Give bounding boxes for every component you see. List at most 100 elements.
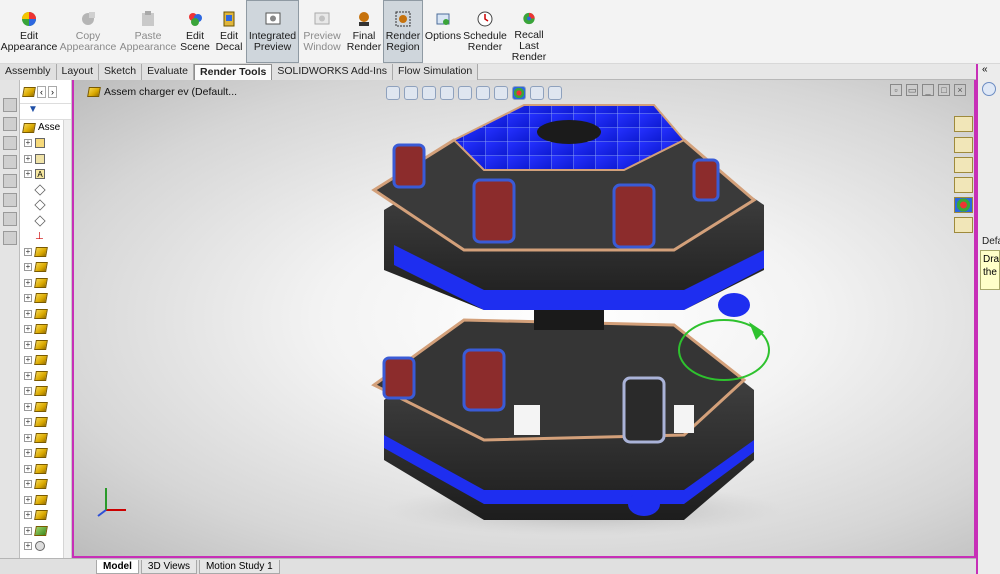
expand-icon[interactable]: +	[24, 294, 32, 303]
zoom-to-area-icon[interactable]	[404, 86, 418, 100]
tab-model[interactable]: Model	[96, 559, 139, 574]
expand-icon[interactable]: +	[24, 433, 32, 442]
expand-icon[interactable]: +	[24, 278, 32, 287]
charging-pad	[472, 178, 516, 244]
edit-appearance-button[interactable]: Edit Appearance	[0, 0, 58, 63]
design-library-icon[interactable]	[954, 137, 973, 153]
tab-solidworks-add-ins[interactable]: SOLIDWORKS Add-Ins	[272, 64, 394, 80]
expand-icon[interactable]: +	[24, 356, 32, 365]
expand-icon[interactable]: +	[24, 263, 32, 272]
sketch-tool-icon[interactable]	[3, 98, 17, 112]
paste-appearance-button[interactable]: Paste Appearance	[118, 0, 178, 63]
tree-filter[interactable]: ▼	[20, 104, 71, 120]
zoom-to-fit-icon[interactable]	[386, 86, 400, 100]
expand-icon[interactable]: +	[24, 170, 32, 179]
tree-back-arrow-icon[interactable]: ‹	[37, 85, 46, 98]
options-icon	[436, 13, 450, 25]
expand-icon[interactable]: +	[24, 418, 32, 427]
task-pane-header[interactable]: «	[978, 64, 1000, 80]
move-component-icon[interactable]	[3, 174, 17, 188]
expand-icon[interactable]: +	[24, 526, 32, 535]
view-orientation-icon[interactable]	[458, 86, 472, 100]
expand-icon[interactable]: +	[24, 247, 32, 256]
assembly-icon	[22, 122, 36, 133]
final-render-button[interactable]: Final Render	[345, 0, 383, 63]
ribbon-label: Edit Decal	[215, 30, 243, 53]
tile-icon[interactable]: ▭	[906, 84, 918, 96]
tree-forward-arrow-icon[interactable]: ›	[48, 85, 57, 98]
expand-icon[interactable]: +	[24, 387, 32, 396]
expand-icon[interactable]: +	[24, 464, 32, 473]
graphics-viewport[interactable]: Assem charger ev (Default... ▫ ▭ _ □ ×	[72, 80, 976, 558]
expand-icon[interactable]: +	[24, 480, 32, 489]
file-explorer-icon[interactable]	[954, 157, 973, 173]
edit-scene-button[interactable]: Edit Scene	[178, 0, 212, 63]
exploded-view-icon[interactable]	[3, 193, 17, 207]
tab-3d-views[interactable]: 3D Views	[140, 559, 197, 574]
expand-icon[interactable]: +	[24, 371, 32, 380]
back-icon[interactable]	[982, 82, 996, 96]
render-region-button[interactable]: Render Region	[383, 0, 423, 63]
expand-icon[interactable]: +	[24, 449, 32, 458]
tab-assembly[interactable]: Assembly	[0, 64, 57, 80]
mate-icon[interactable]	[3, 155, 17, 169]
edit-component-icon[interactable]	[3, 117, 17, 131]
minimize-icon[interactable]: _	[922, 84, 934, 96]
triad-handle	[749, 322, 764, 340]
display-style-icon[interactable]	[476, 86, 490, 100]
viewport-window-controls: ▫ ▭ _ □ ×	[890, 84, 966, 96]
schedule-render-button[interactable]: Schedule Render	[463, 0, 507, 63]
feature-manager-tree: ‹ › ▼ Asse + + + A ⊥ + + + + + + + + + + …	[20, 80, 72, 558]
smart-fastener-icon[interactable]	[3, 136, 17, 150]
expand-icon[interactable]: +	[24, 402, 32, 411]
tab-render-tools[interactable]: Render Tools	[194, 64, 273, 80]
copy-appearance-button[interactable]: Copy Appearance	[58, 0, 118, 63]
tab-sketch[interactable]: Sketch	[99, 64, 143, 80]
view-palette-icon[interactable]	[954, 177, 973, 193]
previous-view-icon[interactable]	[422, 86, 436, 100]
edit-appearance-icon[interactable]	[512, 86, 526, 100]
tab-scroll-arrows[interactable]	[0, 560, 96, 574]
origin-icon: ⊥	[35, 230, 44, 242]
expand-icon[interactable]: +	[24, 511, 32, 520]
integrated-preview-button[interactable]: Integrated Preview	[246, 0, 299, 63]
section-view-icon[interactable]	[440, 86, 454, 100]
appearances-scenes-icon[interactable]	[954, 197, 973, 213]
tree-scrollbar[interactable]	[63, 120, 71, 558]
tab-evaluate[interactable]: Evaluate	[142, 64, 195, 80]
custom-properties-icon[interactable]	[954, 217, 973, 233]
options-button[interactable]: Options	[423, 0, 463, 63]
apply-scene-icon[interactable]	[530, 86, 544, 100]
tab-flow-simulation[interactable]: Flow Simulation	[393, 64, 479, 80]
tab-layout[interactable]: Layout	[56, 64, 100, 80]
part-icon	[34, 463, 48, 474]
close-icon[interactable]: ×	[954, 84, 966, 96]
expand-icon[interactable]: +	[24, 309, 32, 318]
ribbon-label: Copy Appearance	[59, 30, 117, 53]
integrated-preview-icon	[265, 12, 280, 25]
expand-icon[interactable]: +	[24, 542, 32, 551]
expand-icon[interactable]: +	[24, 495, 32, 504]
maximize-icon[interactable]: □	[938, 84, 950, 96]
tab-motion-study-1[interactable]: Motion Study 1	[198, 559, 280, 574]
coordinate-triad-icon	[97, 488, 126, 517]
reference-geometry-icon[interactable]	[3, 212, 17, 226]
connector-port	[628, 492, 660, 516]
restore-icon[interactable]: ▫	[890, 84, 902, 96]
view-settings-icon[interactable]	[548, 86, 562, 100]
expand-icon[interactable]: +	[24, 154, 32, 163]
solidworks-resources-icon[interactable]	[954, 116, 973, 132]
hide-show-items-icon[interactable]	[494, 86, 508, 100]
edit-decal-button[interactable]: Edit Decal	[212, 0, 246, 63]
expand-icon[interactable]: +	[24, 340, 32, 349]
recall-last-render-button[interactable]: Recall Last Render	[507, 0, 551, 63]
preview-window-button[interactable]: Preview Window	[299, 0, 345, 63]
plane-icon	[34, 215, 46, 227]
expand-icon[interactable]: +	[24, 325, 32, 334]
top-cap	[537, 120, 601, 144]
rendered-model[interactable]	[354, 100, 824, 540]
expand-icon[interactable]: +	[24, 139, 32, 148]
part-icon	[34, 339, 48, 350]
new-motion-study-icon[interactable]	[3, 231, 17, 245]
part-icon	[34, 262, 48, 273]
